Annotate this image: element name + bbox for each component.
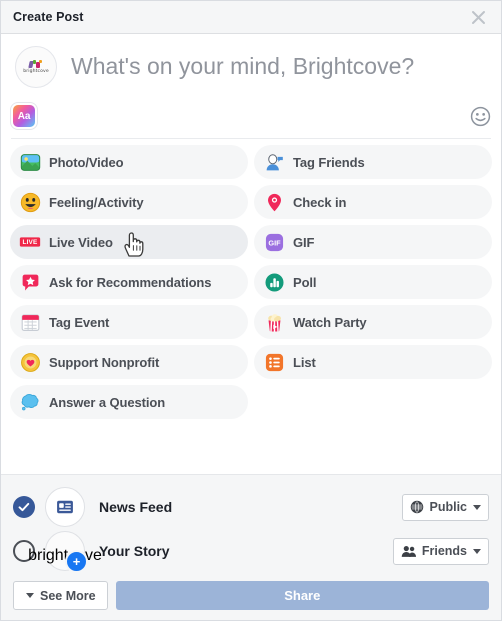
close-icon [471, 10, 485, 24]
post-options-left-column: Photo/Video Feeling/Activity LIVE Live V… [10, 145, 248, 470]
avatar-wordmark: brightcove [23, 68, 49, 74]
share-button[interactable]: Share [115, 581, 489, 610]
text-background-icon: Aa [13, 105, 35, 127]
option-label: GIF [293, 234, 315, 250]
emoji-button[interactable] [469, 105, 491, 127]
svg-text:GIF: GIF [268, 238, 281, 247]
avatar: brightcove [15, 46, 57, 88]
add-to-story-icon[interactable]: + [65, 550, 88, 573]
chevron-down-icon [26, 593, 34, 598]
feeling-activity-icon [19, 191, 41, 213]
option-support-nonprofit[interactable]: Support Nonprofit [10, 345, 248, 379]
poll-icon [263, 271, 285, 293]
news-feed-privacy-label: Public [429, 500, 467, 514]
photo-video-icon [19, 151, 41, 173]
option-ask-for-recommendations[interactable]: Ask for Recommendations [10, 265, 248, 299]
create-post-dialog: Create Post brightcove What's on your mi… [0, 0, 502, 621]
close-button[interactable] [465, 4, 491, 30]
watch-party-icon [263, 311, 285, 333]
option-label: Tag Friends [293, 154, 365, 170]
news-feed-checkbox[interactable] [13, 496, 35, 518]
your-story-thumbnail: brightcove + [28, 531, 102, 573]
page-title: Create Post [13, 10, 84, 24]
option-check-in[interactable]: Check in [254, 185, 492, 219]
option-feeling-activity[interactable]: Feeling/Activity [10, 185, 248, 219]
option-list[interactable]: List [254, 345, 492, 379]
audience-section: News Feed Public brightcove + Your Story… [1, 474, 501, 581]
see-more-label: See More [40, 588, 96, 603]
option-label: List [293, 354, 316, 370]
gif-icon: GIF [263, 231, 285, 253]
post-options-right-column: Tag Friends Check in GIF GIF Poll Watch … [254, 145, 492, 470]
news-feed-icon [57, 500, 73, 514]
option-label: Photo/Video [49, 154, 124, 170]
option-label: Check in [293, 194, 347, 210]
post-text-input[interactable]: What's on your mind, Brightcove? [71, 46, 487, 86]
option-label: Ask for Recommendations [49, 274, 212, 290]
post-options-grid: Photo/Video Feeling/Activity LIVE Live V… [1, 139, 501, 474]
see-more-button[interactable]: See More [13, 581, 108, 610]
option-poll[interactable]: Poll [254, 265, 492, 299]
news-feed-thumbnail [45, 487, 85, 527]
svg-text:LIVE: LIVE [23, 239, 38, 246]
option-label: Feeling/Activity [49, 194, 144, 210]
option-gif[interactable]: GIF GIF [254, 225, 492, 259]
recommendations-icon [19, 271, 41, 293]
text-background-button[interactable]: Aa [11, 103, 37, 129]
check-in-icon [263, 191, 285, 213]
live-video-icon: LIVE [19, 231, 41, 253]
option-label: Tag Event [49, 314, 110, 330]
chevron-down-icon [473, 548, 481, 554]
option-label: Live Video [49, 234, 113, 250]
composer-toolbar: Aa [11, 94, 491, 139]
emoji-smiley-icon [470, 106, 490, 126]
your-story-privacy-label: Friends [421, 544, 467, 558]
option-photo-video[interactable]: Photo/Video [10, 145, 248, 179]
composer-area: brightcove What's on your mind, Brightco… [1, 34, 501, 88]
brightcove-logo-icon [28, 59, 43, 69]
option-live-video[interactable]: LIVE Live Video [10, 225, 248, 259]
news-feed-label: News Feed [99, 499, 173, 515]
audience-row-news-feed[interactable]: News Feed Public [13, 485, 489, 529]
audience-row-your-story[interactable]: brightcove + Your Story Friends [13, 529, 489, 573]
tag-event-icon [19, 311, 41, 333]
brightcove-logo-icon [59, 538, 72, 547]
globe-icon [411, 500, 424, 514]
support-nonprofit-icon [19, 351, 41, 373]
mouse-cursor-pointer [124, 232, 144, 257]
news-feed-privacy-select[interactable]: Public [402, 493, 489, 521]
option-answer-a-question[interactable]: Answer a Question [10, 385, 248, 419]
list-icon [263, 351, 285, 373]
check-icon [18, 502, 30, 512]
answer-question-icon [19, 391, 41, 413]
tag-friends-icon [263, 151, 285, 173]
dialog-footer: See More Share [1, 581, 501, 620]
option-label: Watch Party [293, 314, 367, 330]
option-tag-event[interactable]: Tag Event [10, 305, 248, 339]
option-label: Support Nonprofit [49, 354, 160, 370]
your-story-label: Your Story [99, 543, 170, 559]
your-story-privacy-select[interactable]: Friends [392, 537, 489, 565]
option-watch-party[interactable]: Watch Party [254, 305, 492, 339]
option-label: Poll [293, 274, 317, 290]
option-tag-friends[interactable]: Tag Friends [254, 145, 492, 179]
friends-icon [401, 545, 416, 557]
chevron-down-icon [473, 504, 481, 510]
option-label: Answer a Question [49, 394, 166, 410]
dialog-titlebar: Create Post [1, 1, 501, 34]
